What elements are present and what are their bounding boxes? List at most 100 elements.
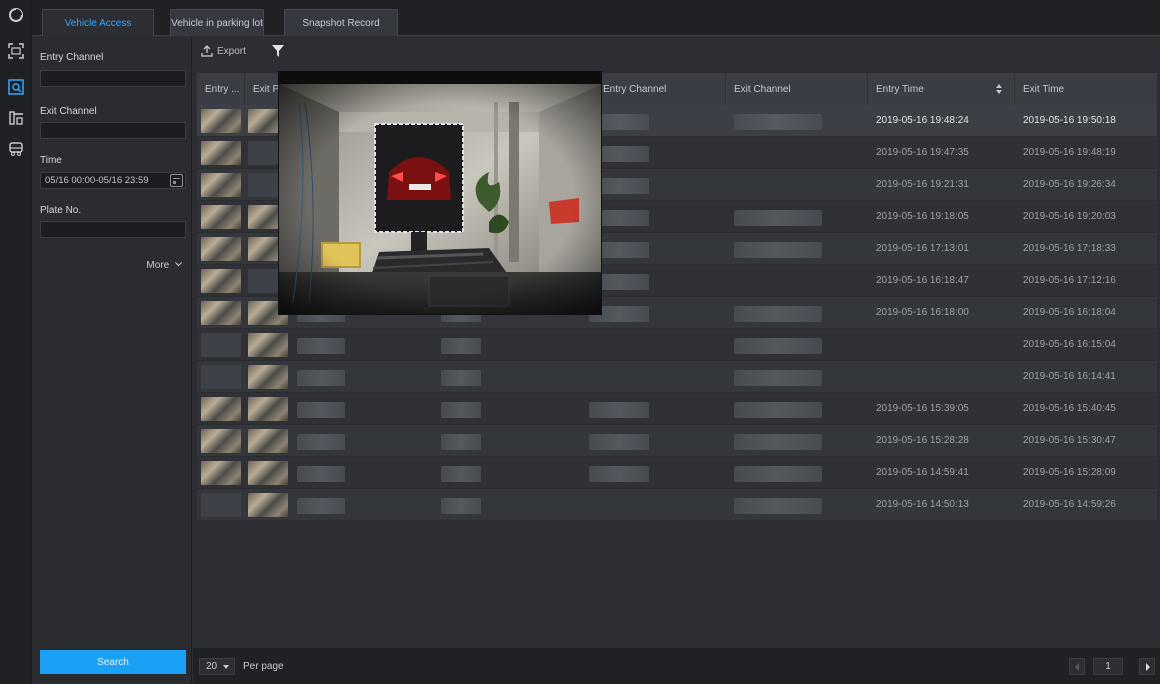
exit-time-cell: 2019-05-16 19:48:19 [1023,147,1116,158]
exit-channel-select[interactable] [40,122,186,139]
entry-snapshot-thumbnail[interactable] [201,109,241,133]
redacted-vehicle-info [441,370,481,386]
redacted-entry-channel [589,466,649,482]
pagination-footer: 20 Per page 1 [193,648,1160,684]
exit-snapshot-thumbnail[interactable] [248,333,288,357]
exit-snapshot-thumbnail[interactable] [248,429,288,453]
filter-icon[interactable] [271,44,285,58]
per-page-label: Per page [243,661,284,672]
entry-time-cell: 2019-05-16 14:50:13 [876,499,969,510]
exit-time-cell: 2019-05-16 17:12:16 [1023,275,1116,286]
redacted-plate-number [297,402,345,418]
sort-icon[interactable] [996,84,1002,94]
entry-snapshot-thumbnail[interactable] [201,333,241,357]
entry-time-cell [868,329,1015,360]
plate-no-input[interactable] [40,221,186,238]
page-number-input[interactable]: 1 [1093,658,1123,675]
redacted-entry-channel [589,402,649,418]
entry-snapshot-thumbnail[interactable] [201,205,241,229]
tab-vehicle-access[interactable]: Vehicle Access [42,9,154,36]
redacted-plate-number [297,338,345,354]
redacted-vehicle-info [441,338,481,354]
table-row[interactable]: 2019-05-16 16:15:04 [197,329,1157,361]
exit-snapshot-thumbnail[interactable] [248,493,288,517]
entry-snapshot-thumbnail[interactable] [201,269,241,293]
export-icon [201,45,213,57]
vehicle-icon[interactable] [7,140,25,158]
redacted-vehicle-info [441,402,481,418]
exit-snapshot-thumbnail[interactable] [248,461,288,485]
tab-vehicle-in-parking-lot[interactable]: Vehicle in parking lot [170,9,264,36]
redacted-exit-channel [734,210,822,226]
calendar-icon[interactable] [170,174,183,187]
redacted-exit-channel [734,498,822,514]
redacted-entry-channel [589,434,649,450]
tab-bar: Vehicle Access Vehicle in parking lot Sn… [32,0,1160,36]
exit-time-cell: 2019-05-16 19:20:03 [1023,211,1116,222]
table-row[interactable]: 2019-05-16 15:28:28 2019-05-16 15:30:47 [197,425,1157,457]
search-button[interactable]: Search [40,650,186,674]
export-label: Export [217,45,246,57]
more-filters-link[interactable]: More [146,259,183,271]
entry-snapshot-thumbnail[interactable] [201,429,241,453]
redacted-plate-number [297,370,345,386]
entry-time-cell [868,361,1015,392]
tab-snapshot-record[interactable]: Snapshot Record [284,9,398,36]
dashboard-icon[interactable] [7,6,25,24]
next-page-button[interactable] [1139,658,1155,675]
entry-time-cell: 2019-05-16 19:21:31 [876,179,969,190]
exit-snapshot-thumbnail[interactable] [248,397,288,421]
entry-snapshot-thumbnail[interactable] [201,397,241,421]
exit-time-cell: 2019-05-16 15:40:45 [1023,403,1116,414]
entry-snapshot-thumbnail[interactable] [201,173,241,197]
entry-time-cell: 2019-05-16 19:47:35 [876,147,969,158]
scan-icon[interactable] [7,42,25,60]
redacted-exit-channel [734,338,822,354]
entry-snapshot-thumbnail[interactable] [201,301,241,325]
redacted-exit-channel [734,306,822,322]
redacted-exit-channel [734,402,822,418]
entry-snapshot-thumbnail[interactable] [201,141,241,165]
entry-time-cell: 2019-05-16 16:18:00 [876,307,969,318]
exit-time-cell: 2019-05-16 15:28:09 [1023,467,1116,478]
column-header-entry-channel[interactable]: Entry Channel [583,73,726,105]
entry-channel-select[interactable] [40,70,186,87]
redacted-plate-number [297,498,345,514]
redacted-exit-channel [734,434,822,450]
column-header-exit-channel[interactable]: Exit Channel [726,73,868,105]
exit-channel-label: Exit Channel [40,106,97,117]
exit-time-cell: 2019-05-16 16:14:41 [1023,371,1116,382]
table-row[interactable]: 2019-05-16 15:39:05 2019-05-16 15:40:45 [197,393,1157,425]
entry-snapshot-thumbnail[interactable] [201,365,241,389]
table-row[interactable]: 2019-05-16 16:14:41 [197,361,1157,393]
chevron-down-icon [174,259,183,267]
redacted-plate-number [297,466,345,482]
page-size-select[interactable]: 20 [199,658,235,675]
entry-snapshot-thumbnail[interactable] [201,237,241,261]
more-label: More [146,260,170,271]
export-button[interactable]: Export [201,45,246,57]
column-header-exit-time[interactable]: Exit Time [1015,73,1157,105]
left-nav-rail [0,0,32,684]
entry-snapshot-thumbnail[interactable] [201,493,241,517]
entry-time-cell: 2019-05-16 15:28:28 [876,435,969,446]
redacted-exit-channel [734,370,822,386]
table-row[interactable]: 2019-05-16 14:50:13 2019-05-16 14:59:26 [197,489,1157,521]
entry-time-cell: 2019-05-16 15:39:05 [876,403,969,414]
entry-time-cell: 2019-05-16 16:18:47 [876,275,969,286]
entry-channel-label: Entry Channel [40,52,104,63]
prev-page-button[interactable] [1069,658,1085,675]
column-header-entry-time[interactable]: Entry Time [868,73,1015,105]
column-header-entry-picture[interactable]: Entry ... [197,73,245,105]
plate-no-label: Plate No. [40,205,82,216]
barrier-gate-icon[interactable] [7,108,25,126]
time-range-input[interactable]: 05/16 00:00-05/16 23:59 [40,172,186,189]
snapshot-preview-popup[interactable] [278,71,602,315]
entry-time-label: Entry Time [876,83,924,95]
redacted-exit-channel [734,114,822,130]
exit-snapshot-thumbnail[interactable] [248,365,288,389]
entry-snapshot-thumbnail[interactable] [201,461,241,485]
record-search-icon[interactable] [7,78,25,96]
table-row[interactable]: 2019-05-16 14:59:41 2019-05-16 15:28:09 [197,457,1157,489]
vehicle-access-app: Vehicle Access Vehicle in parking lot Sn… [0,0,1160,684]
